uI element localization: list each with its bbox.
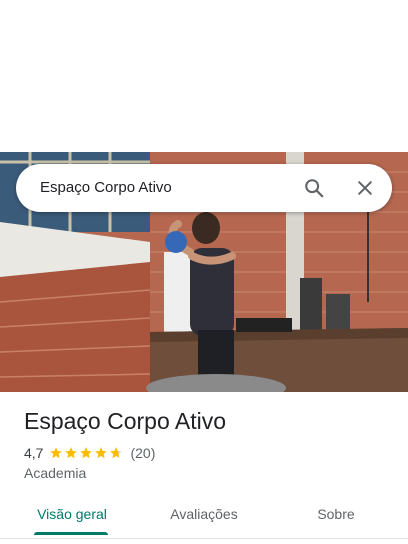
star-icon <box>95 447 108 459</box>
close-icon[interactable] <box>349 172 381 204</box>
star-icon <box>80 447 93 459</box>
star-icon <box>65 447 78 459</box>
tab-about[interactable]: Sobre <box>296 496 376 532</box>
tab-bar: Visão geral Avaliações Sobre <box>0 496 408 536</box>
rating-row[interactable]: 4,7 (20) <box>24 444 155 462</box>
search-icon[interactable] <box>298 172 330 204</box>
star-icon <box>50 447 63 459</box>
rating-value: 4,7 <box>24 445 44 461</box>
search-bar[interactable]: Espaço Corpo Ativo <box>16 164 392 212</box>
search-query[interactable]: Espaço Corpo Ativo <box>40 164 172 212</box>
review-count[interactable]: (20) <box>130 445 155 461</box>
place-category: Academia <box>24 465 87 481</box>
star-icon <box>110 447 123 459</box>
rating-stars <box>49 446 124 460</box>
place-title: Espaço Corpo Ativo <box>24 408 227 434</box>
tab-overview[interactable]: Visão geral <box>24 496 120 532</box>
tab-reviews[interactable]: Avaliações <box>156 496 252 532</box>
divider <box>0 538 408 539</box>
map-blank-area <box>0 0 408 152</box>
selected-tab-indicator <box>34 532 108 535</box>
